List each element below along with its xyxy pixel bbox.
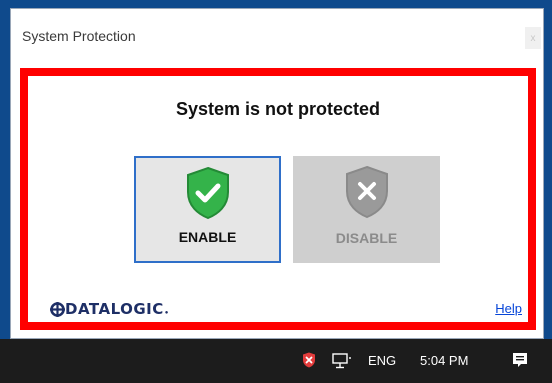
shield-x-icon	[345, 165, 388, 219]
datalogic-logo-mark-icon	[50, 301, 65, 317]
desktop-background-right	[544, 0, 552, 339]
datalogic-logo: DATALOGIC ●	[50, 299, 168, 319]
system-protection-window: System Protection x System is not protec…	[10, 8, 544, 339]
window-title: System Protection	[22, 28, 136, 44]
close-button[interactable]: x	[525, 27, 541, 49]
disable-button-label: DISABLE	[335, 230, 398, 246]
logo-dot: ●	[164, 310, 169, 316]
desktop-background	[0, 0, 552, 8]
taskbar: ENG 5:04 PM	[0, 339, 552, 383]
datalogic-logo-text: DATALOGIC	[65, 300, 164, 318]
enable-button[interactable]: ENABLE	[134, 156, 281, 263]
clock[interactable]: 5:04 PM	[420, 353, 468, 368]
help-link[interactable]: Help	[495, 301, 522, 316]
language-indicator[interactable]: ENG	[368, 353, 396, 368]
desktop-background-left	[0, 0, 10, 339]
disable-button[interactable]: DISABLE	[293, 156, 440, 263]
shield-check-icon	[186, 166, 229, 220]
protection-status-text: System is not protected	[175, 99, 381, 119]
protection-panel: System is not protected ENABLE DISABLE D…	[20, 68, 536, 330]
enable-button-label: ENABLE	[178, 229, 237, 245]
security-warning-shield-icon[interactable]	[302, 352, 316, 368]
network-icon[interactable]	[332, 353, 352, 369]
window-titlebar[interactable]: System Protection x	[11, 9, 543, 63]
notification-center-icon[interactable]	[511, 351, 529, 369]
